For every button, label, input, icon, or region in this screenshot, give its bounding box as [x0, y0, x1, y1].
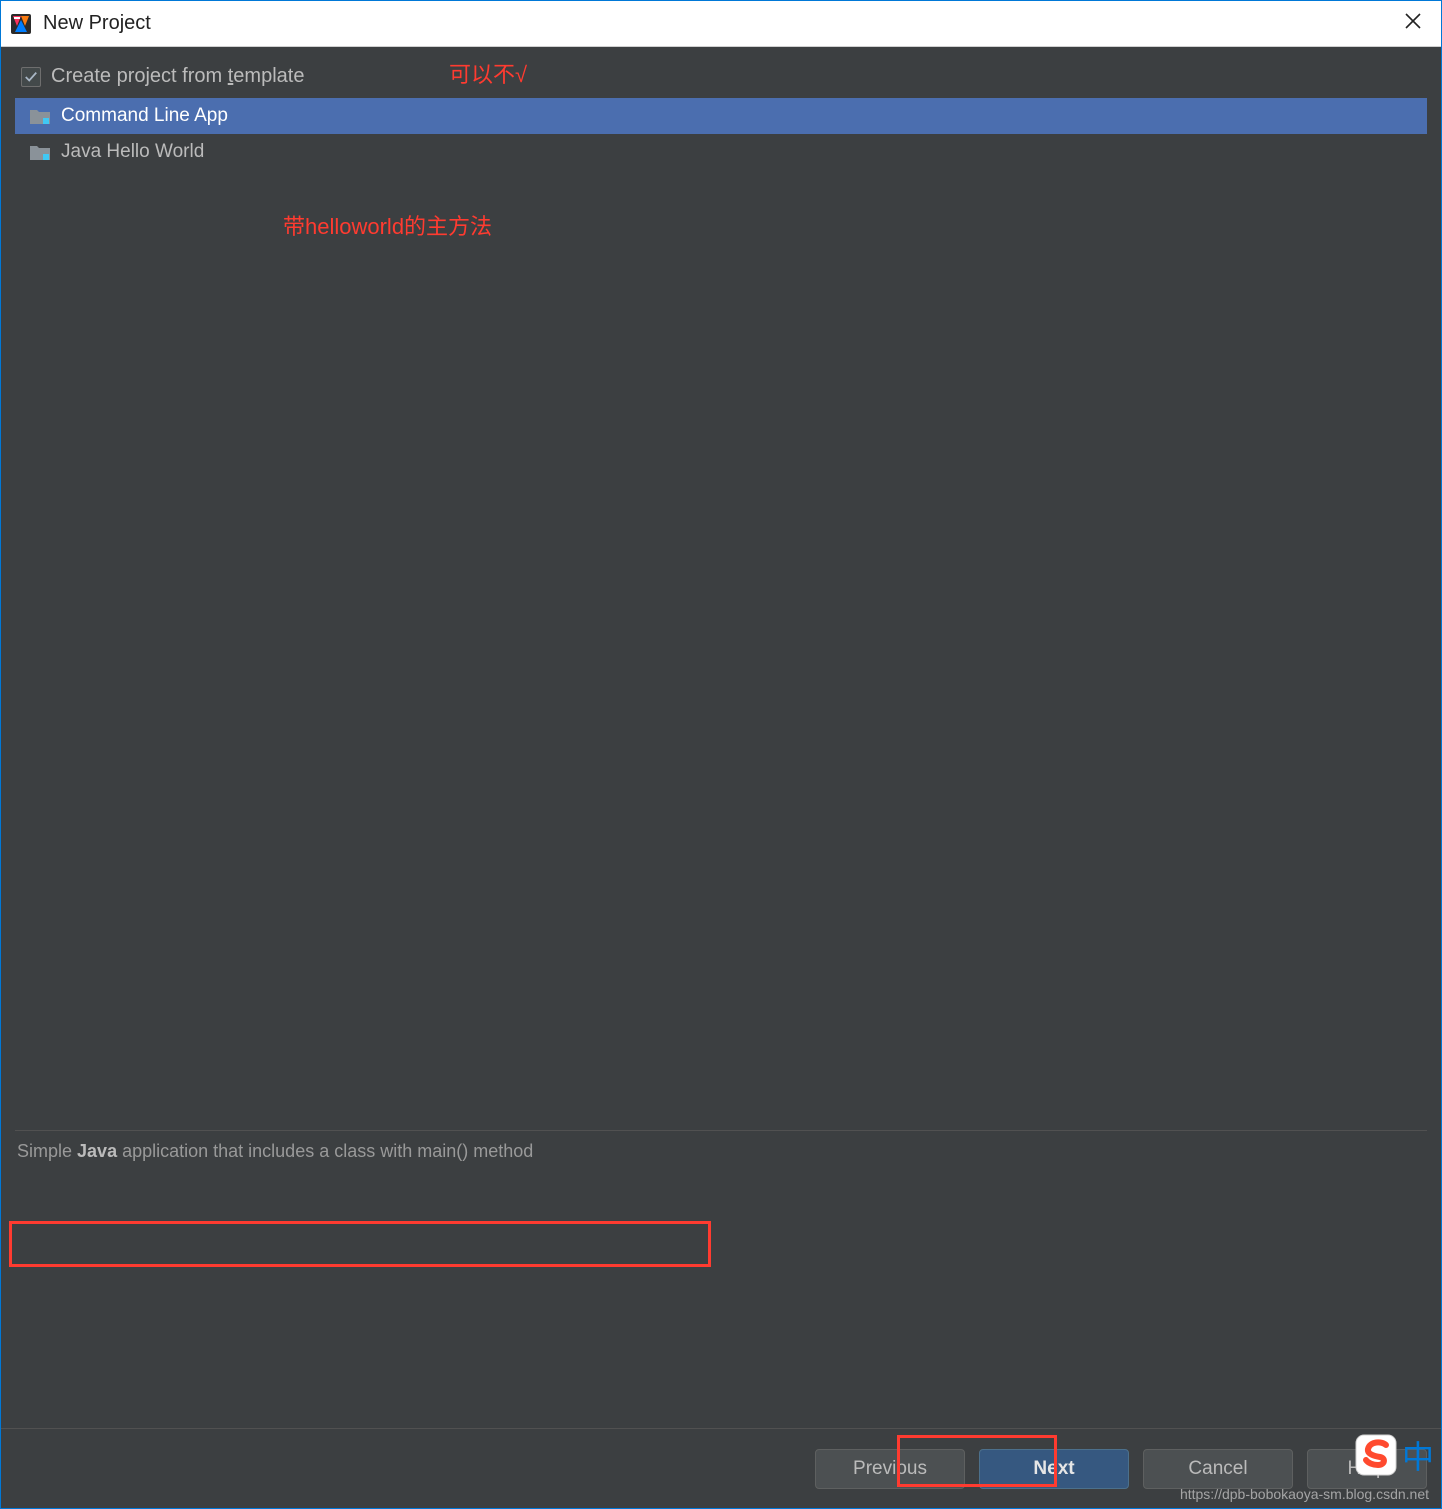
content-area: Create project from template Command Lin… [1, 47, 1441, 1508]
template-list: Command Line App Java Hello World [15, 98, 1427, 170]
template-label: Command Line App [61, 105, 228, 127]
close-icon [1405, 13, 1421, 29]
titlebar: New Project [1, 1, 1441, 47]
template-label: Java Hello World [61, 141, 204, 163]
ime-mode: 中 [1402, 1432, 1434, 1478]
new-project-window: New Project Create project from template [0, 0, 1442, 1509]
close-button[interactable] [1395, 8, 1431, 39]
create-from-template-row[interactable]: Create project from template [15, 61, 1427, 98]
window-title: New Project [43, 12, 151, 35]
cancel-button[interactable]: Cancel [1143, 1449, 1293, 1489]
sogou-icon [1354, 1433, 1398, 1477]
previous-button[interactable]: Previous [815, 1449, 965, 1489]
wizard-button-bar: Previous Next Cancel Help [1, 1428, 1441, 1508]
next-button[interactable]: Next [979, 1449, 1129, 1489]
checkmark-icon [24, 70, 38, 84]
intellij-icon [9, 12, 33, 36]
create-from-template-checkbox[interactable] [21, 67, 41, 87]
template-command-line-app[interactable]: Command Line App [15, 98, 1427, 134]
template-description: Simple Java application that includes a … [15, 1130, 1427, 1308]
template-java-hello-world[interactable]: Java Hello World [15, 134, 1427, 170]
folder-icon [29, 142, 51, 162]
create-from-template-label: Create project from template [51, 65, 304, 88]
folder-icon [29, 106, 51, 126]
ime-badge: 中 [1349, 1432, 1439, 1478]
